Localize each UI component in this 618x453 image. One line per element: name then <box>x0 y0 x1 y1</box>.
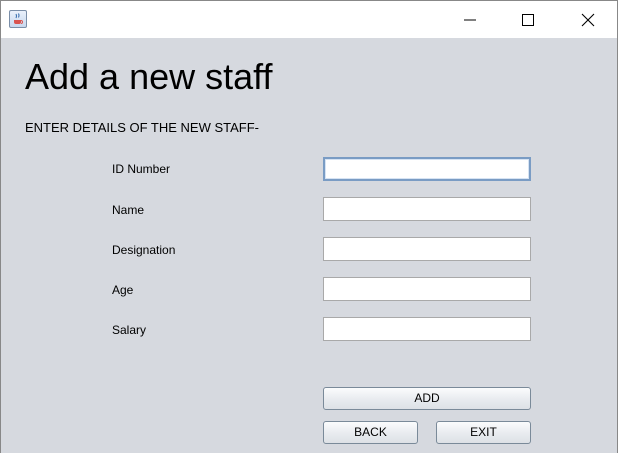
add-button[interactable]: ADD <box>323 387 531 410</box>
age-field[interactable] <box>323 277 531 301</box>
form-instructions: ENTER DETAILS OF THE NEW STAFF- <box>25 120 260 135</box>
maximize-button[interactable] <box>499 1 557 38</box>
minimize-button[interactable] <box>441 1 499 38</box>
page-title: Add a new staff <box>25 56 273 97</box>
age-label: Age <box>112 283 134 297</box>
salary-label: Salary <box>112 323 147 337</box>
minimize-icon <box>464 19 476 21</box>
java-cup-icon[interactable] <box>9 10 27 28</box>
title-bar <box>0 0 618 38</box>
designation-label: Designation <box>112 243 176 257</box>
id-number-field[interactable] <box>323 157 531 181</box>
id-number-label: ID Number <box>112 162 171 176</box>
salary-field[interactable] <box>323 317 531 341</box>
name-label: Name <box>112 203 145 217</box>
close-icon <box>581 13 595 27</box>
back-button[interactable]: BACK <box>323 421 418 444</box>
close-button[interactable] <box>559 1 617 38</box>
exit-button[interactable]: EXIT <box>436 421 531 444</box>
form-panel: Add a new staff ENTER DETAILS OF THE NEW… <box>0 38 618 453</box>
name-field[interactable] <box>323 197 531 221</box>
designation-field[interactable] <box>323 237 531 261</box>
maximize-icon <box>522 14 534 26</box>
